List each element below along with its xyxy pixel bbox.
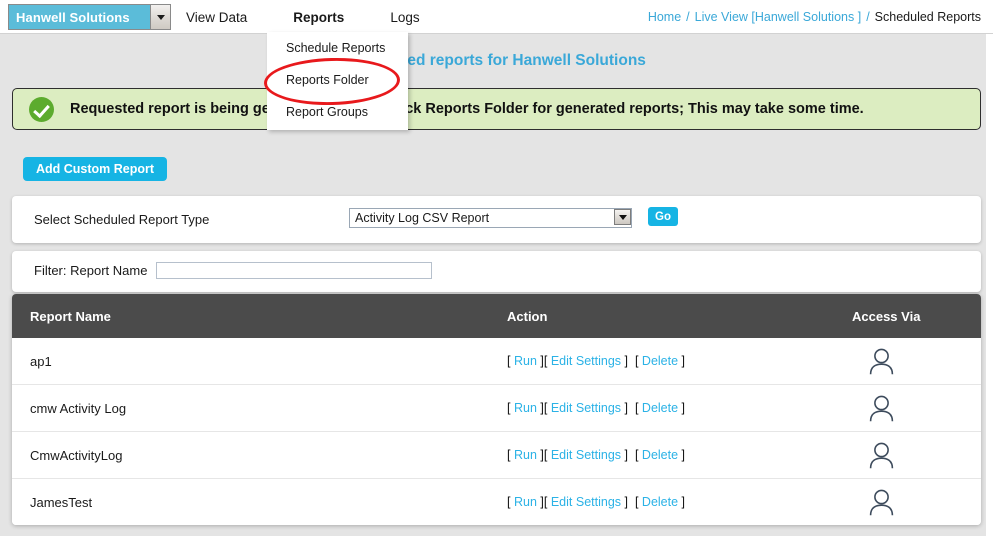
menu-item-reports-folder[interactable]: Reports Folder	[267, 64, 408, 96]
report-type-select[interactable]: Activity Log CSV Report	[349, 208, 632, 228]
breadcrumb-current: Scheduled Reports	[874, 10, 981, 24]
cell-access-via	[852, 395, 981, 422]
right-gutter	[986, 34, 993, 536]
cell-access-via	[852, 442, 981, 469]
person-icon	[869, 489, 894, 515]
cell-report-name: cmw Activity Log	[30, 400, 127, 416]
bracket-open: [	[543, 354, 548, 368]
check-circle-icon	[29, 96, 54, 122]
nav-item-view-data[interactable]: View Data	[186, 10, 247, 25]
bracket-close: ]	[681, 401, 686, 415]
person-icon	[869, 442, 894, 468]
page-title: Scheduled reports for Hanwell Solutions	[347, 52, 646, 69]
edit-settings-link[interactable]: Edit Settings	[551, 448, 621, 462]
cell-report-name: ap1	[30, 353, 52, 369]
bracket-open: [	[507, 401, 511, 415]
bracket-open: [	[634, 354, 639, 368]
cell-actions: [ Run ][ Edit Settings ] [ Delete ]	[507, 495, 852, 509]
person-icon	[869, 348, 894, 374]
table-row: ap1 [ Run ][ Edit Settings ] [ Delete ]	[12, 338, 981, 385]
cell-access-via	[852, 489, 981, 516]
cell-report-name: CmwActivityLog	[30, 447, 123, 463]
status-alert-message: Requested report is being generated. Ple…	[70, 101, 864, 117]
delete-link[interactable]: Delete	[642, 354, 678, 368]
run-link[interactable]: Run	[514, 401, 537, 415]
cell-access-via	[852, 348, 981, 375]
run-link[interactable]: Run	[514, 495, 537, 509]
bracket-open: [	[634, 448, 639, 462]
report-type-select-value: Activity Log CSV Report	[355, 211, 490, 225]
status-alert: Requested report is being generated. Ple…	[12, 88, 981, 130]
bracket-open: [	[634, 401, 639, 415]
run-link[interactable]: Run	[514, 448, 537, 462]
menu-item-report-groups[interactable]: Report Groups	[267, 96, 408, 128]
cell-actions: [ Run ][ Edit Settings ] [ Delete ]	[507, 354, 852, 368]
column-header-action: Action	[507, 308, 548, 324]
delete-link[interactable]: Delete	[642, 448, 678, 462]
bracket-open: [	[634, 495, 639, 509]
bracket-open: [	[543, 495, 548, 509]
nav-item-reports[interactable]: Reports	[293, 10, 344, 25]
filter-report-name-input[interactable]	[156, 262, 433, 279]
delete-link[interactable]: Delete	[642, 495, 678, 509]
cell-actions: [ Run ][ Edit Settings ] [ Delete ]	[507, 448, 852, 462]
go-button[interactable]: Go	[648, 207, 678, 226]
column-header-access-via: Access Via	[852, 308, 921, 324]
reports-menu-dropdown: Schedule Reports Reports Folder Report G…	[267, 32, 408, 130]
bracket-open: [	[543, 448, 548, 462]
nav-item-logs[interactable]: Logs	[390, 10, 419, 25]
delete-link[interactable]: Delete	[642, 401, 678, 415]
bracket-open: [	[507, 354, 511, 368]
bracket-close: ]	[624, 401, 628, 415]
bracket-open: [	[507, 448, 511, 462]
scheduled-reports-table: Report Name Action Access Via ap1 [ Run …	[12, 294, 981, 525]
table-header-row: Report Name Action Access Via	[12, 294, 981, 338]
breadcrumb-home[interactable]: Home	[648, 10, 681, 24]
table-row: JamesTest [ Run ] [ Edit Settings ] [ Del…	[12, 479, 981, 525]
top-navigation-bar: Hanwell Solutions View Data Reports Logs…	[0, 0, 993, 34]
add-custom-report-button[interactable]: Add Custom Report	[23, 157, 168, 181]
cell-actions: [ Run ][ Edit Settings ] [ Delete ]	[507, 401, 852, 415]
main-nav: View Data Reports Logs	[186, 0, 466, 34]
person-icon	[869, 395, 894, 421]
bracket-close: ]	[624, 354, 628, 368]
menu-item-schedule-reports[interactable]: Schedule Reports	[267, 32, 408, 64]
bracket-open: [	[507, 495, 511, 509]
report-type-label: Select Scheduled Report Type	[34, 212, 210, 227]
bracket-close: ]	[681, 354, 686, 368]
bracket-close: ]	[624, 448, 628, 462]
breadcrumb-live-view[interactable]: Live View [Hanwell Solutions ]	[695, 10, 862, 24]
edit-settings-link[interactable]: Edit Settings	[551, 401, 621, 415]
table-row: cmw Activity Log [ Run ][ Edit Settings …	[12, 385, 981, 432]
bracket-close: ]	[681, 495, 686, 509]
bracket-close: ]	[624, 495, 628, 509]
bracket-close: ]	[681, 448, 686, 462]
chevron-down-icon[interactable]	[614, 209, 631, 225]
filter-panel: Filter: Report Name	[12, 251, 981, 292]
filter-label: Filter: Report Name	[34, 263, 148, 278]
breadcrumb-separator-1: /	[686, 10, 690, 24]
breadcrumb-separator-2: /	[866, 10, 870, 24]
run-link[interactable]: Run	[514, 354, 537, 368]
breadcrumb: Home / Live View [Hanwell Solutions ] / …	[648, 0, 981, 34]
table-row: CmwActivityLog [ Run ][ Edit Settings ] …	[12, 432, 981, 479]
column-header-report-name: Report Name	[30, 308, 111, 324]
report-type-panel: Select Scheduled Report Type Activity Lo…	[12, 196, 981, 243]
organisation-select[interactable]: Hanwell Solutions	[8, 4, 171, 30]
edit-settings-link[interactable]: Edit Settings	[551, 495, 621, 509]
chevron-down-icon[interactable]	[150, 5, 170, 29]
organisation-select-value: Hanwell Solutions	[16, 9, 130, 25]
bracket-open: [	[543, 401, 548, 415]
edit-settings-link[interactable]: Edit Settings	[551, 354, 621, 368]
cell-report-name: JamesTest	[30, 494, 93, 510]
